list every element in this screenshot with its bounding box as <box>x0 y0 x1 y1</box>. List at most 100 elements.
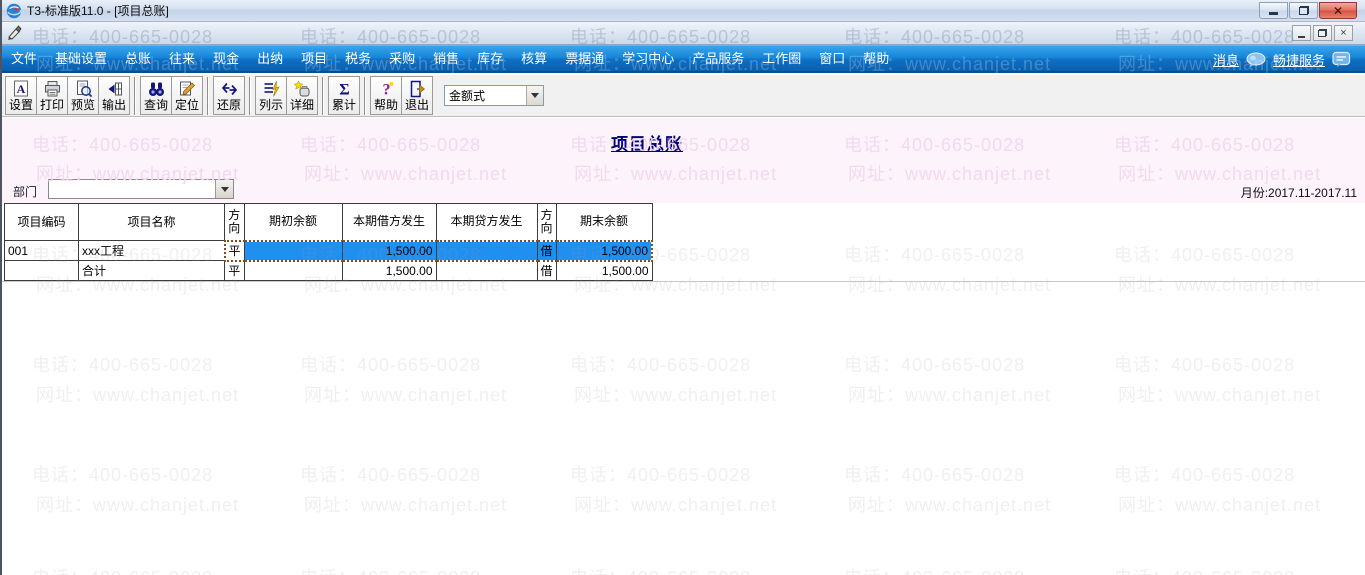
menu-item[interactable]: 产品服务 <box>683 46 753 72</box>
grid-bottom-separator <box>2 281 1365 282</box>
department-select[interactable] <box>48 179 234 199</box>
menu-item[interactable]: 窗口 <box>810 46 854 72</box>
watermark-text: 网址：www.chanjet.net <box>1118 385 1322 405</box>
mdi-minimize-button[interactable] <box>1292 25 1311 41</box>
table-row[interactable]: 001 xxx工程平 1,500.00 借 1,500.00 <box>4 239 654 262</box>
menu-item[interactable]: 现金 <box>204 46 248 72</box>
watermark-text: 电话：400-665-0028 <box>1114 245 1296 265</box>
chanjet-service-link[interactable]: 畅捷服务 <box>1273 50 1325 69</box>
table-cell[interactable]: 借 <box>536 239 557 262</box>
display-format-dropdown-button[interactable] <box>526 86 543 105</box>
detail-button[interactable]: 详细 <box>286 76 318 115</box>
mdi-child-bar: × <box>2 22 1365 45</box>
menu-item[interactable]: 帮助 <box>854 46 898 72</box>
watermark-text: 电话：400-665-0028 <box>844 245 1026 265</box>
menu-item[interactable]: 税务 <box>336 46 380 72</box>
table-cell[interactable]: 1,500.00 <box>341 260 437 281</box>
table-cell[interactable]: 借 <box>536 260 557 281</box>
watermark-text: 电话：400-665-0028 <box>300 465 482 485</box>
table-cell[interactable]: 平 <box>224 260 245 281</box>
watermark-text: 电话：400-665-0028 <box>32 564 213 575</box>
menu-item[interactable]: 总账 <box>116 46 160 72</box>
title-bar: T3-标准版11.0 - [项目总账] ✕ <box>2 0 1365 22</box>
menu-item[interactable]: 库存 <box>468 46 512 72</box>
table-cell[interactable] <box>435 239 538 262</box>
menu-item[interactable]: 工作圈 <box>753 46 810 72</box>
minimize-button[interactable] <box>1259 2 1288 19</box>
table-row[interactable]: 合计平 1,500.00 借 1,500.00 <box>4 260 653 281</box>
detail-star-icon <box>293 80 312 99</box>
column-header: 项目编码 <box>4 203 79 241</box>
report-title: 项目总账 <box>611 135 683 154</box>
menu-item[interactable]: 出纳 <box>248 46 292 72</box>
table-cell[interactable]: 合计 <box>78 260 225 281</box>
preview-button[interactable]: 预览 <box>67 76 99 115</box>
locate-icon <box>178 80 197 99</box>
mdi-close-button[interactable]: × <box>1334 25 1353 41</box>
watermark-text: 电话：400-665-0028 <box>844 465 1026 485</box>
restore-icon <box>1298 6 1309 15</box>
watermark-text: 电话：400-665-0028 <box>300 564 481 575</box>
settings-button[interactable]: A 设置 <box>5 76 37 115</box>
application-window: T3-标准版11.0 - [项目总账] ✕ × 文件 基础设置 总账 往来 现金 出纳 项目… <box>0 0 1365 575</box>
display-format-select[interactable]: 金额式 <box>444 85 544 106</box>
menu-item[interactable]: 核算 <box>512 46 556 72</box>
menu-item[interactable]: 销售 <box>424 46 468 72</box>
query-button[interactable]: 查询 <box>140 76 172 115</box>
toolbar-button-label: 还原 <box>216 97 241 112</box>
watermark-text: 网址：www.chanjet.net <box>36 385 240 405</box>
exit-button[interactable]: 退出 <box>401 76 433 115</box>
menu-item[interactable]: 项目 <box>292 46 336 72</box>
help-button[interactable]: ? 帮助 <box>370 76 402 115</box>
table-cell[interactable]: 平 <box>223 239 245 262</box>
watermark-text: 电话：400-665-0028 <box>300 355 482 375</box>
table-cell[interactable]: xxx工程 <box>78 240 225 261</box>
mdi-minimize-icon <box>1298 35 1305 38</box>
table-cell[interactable]: 1,500.00 <box>555 260 653 281</box>
menu-item[interactable]: 基础设置 <box>46 46 116 72</box>
report-header-band: 项目总账 部门 月份:2017.11-2017.11 <box>2 118 1365 203</box>
toolbar-button-label: 累计 <box>331 97 356 112</box>
column-header: 期末余额 <box>555 203 653 241</box>
menu-item[interactable]: 票据通 <box>556 46 613 72</box>
toolbar-button-label: 详细 <box>289 97 314 112</box>
table-cell[interactable]: 001 <box>4 240 79 261</box>
toolbar-button-label: 退出 <box>404 97 429 112</box>
menu-item[interactable]: 采购 <box>380 46 424 72</box>
watermark-text: 电话：400-665-0028 <box>570 564 751 575</box>
department-dropdown-button[interactable] <box>215 180 233 198</box>
list-button[interactable]: 列示 <box>255 76 287 115</box>
accumulate-button[interactable]: Σ 累计 <box>328 76 360 115</box>
table-cell[interactable] <box>243 260 343 281</box>
column-header: 项目名称 <box>78 203 225 241</box>
svg-text:Σ: Σ <box>339 82 349 99</box>
table-cell[interactable] <box>243 239 343 262</box>
toolbar-button-label: 列示 <box>258 97 283 112</box>
messages-link[interactable]: 消息 <box>1213 50 1239 69</box>
close-icon: ✕ <box>1332 3 1344 18</box>
toolbar-button-label: 预览 <box>70 97 95 112</box>
watermark-text: 网址：www.chanjet.net <box>574 385 778 405</box>
restore-button[interactable]: 还原 <box>213 76 245 115</box>
mdi-restore-button[interactable] <box>1313 25 1332 41</box>
locate-button[interactable]: 定位 <box>171 76 203 115</box>
close-button[interactable]: ✕ <box>1319 2 1357 19</box>
table-cell[interactable]: 1,500.00 <box>555 239 654 262</box>
table-cell[interactable]: 1,500.00 <box>341 239 437 262</box>
service-chat-icon[interactable] <box>1332 51 1351 67</box>
menu-item[interactable]: 学习中心 <box>613 46 683 72</box>
watermark-text: 电话：400-665-0028 <box>844 564 1025 575</box>
message-cloud-icon[interactable] <box>1246 52 1266 67</box>
table-cell[interactable] <box>435 260 538 281</box>
table-cell[interactable] <box>4 260 79 281</box>
watermark-text: 网址：www.chanjet.net <box>36 495 240 515</box>
print-button[interactable]: 打印 <box>36 76 68 115</box>
watermark-text: 电话：400-665-0028 <box>570 465 752 485</box>
export-button[interactable]: 输出 <box>98 76 130 115</box>
column-header: 方向 <box>536 203 557 241</box>
menu-item[interactable]: 往来 <box>160 46 204 72</box>
menu-item[interactable]: 文件 <box>2 46 46 72</box>
project-ledger-table[interactable]: 项目编码 项目名称方向期初余额 本期借方发生 本期贷方发生方向期末余额 001 xxx工… <box>4 203 654 281</box>
restore-window-button[interactable] <box>1289 2 1318 19</box>
watermark-text: 网址：www.chanjet.net <box>1118 495 1322 515</box>
